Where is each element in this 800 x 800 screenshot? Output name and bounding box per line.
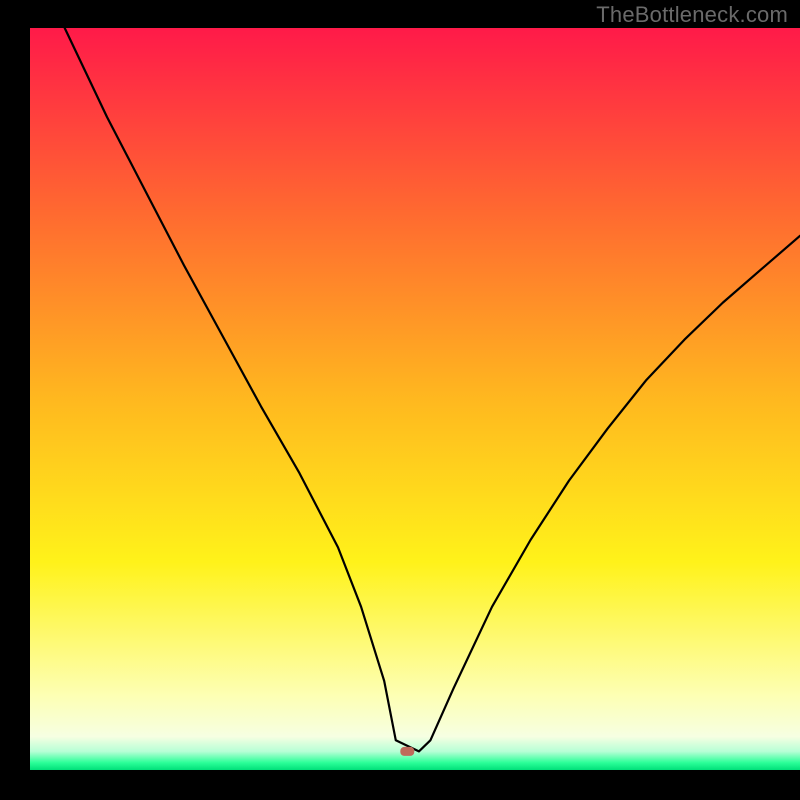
bottleneck-plot <box>0 0 800 800</box>
optimum-marker <box>400 747 414 756</box>
plot-background <box>30 28 800 770</box>
watermark-text: TheBottleneck.com <box>596 2 788 28</box>
chart-frame: TheBottleneck.com <box>0 0 800 800</box>
